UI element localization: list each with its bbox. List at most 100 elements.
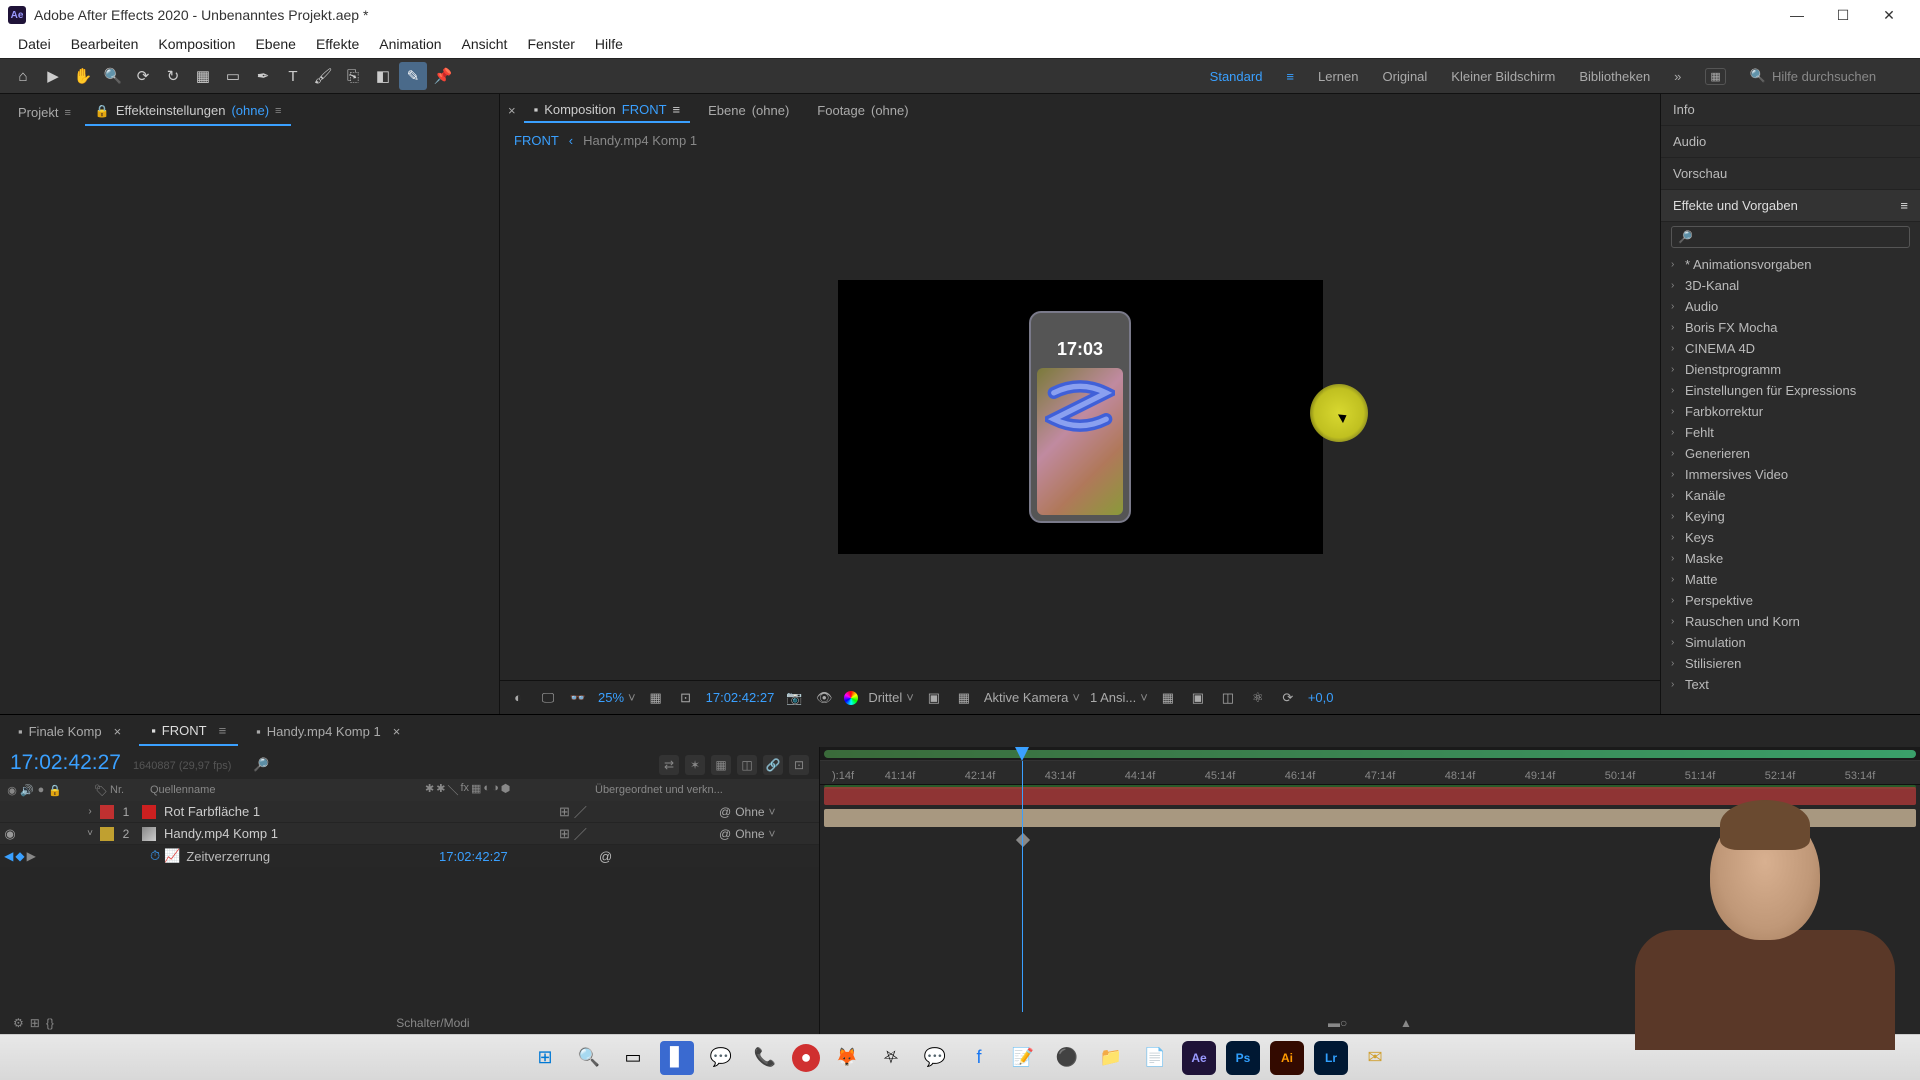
tree-item[interactable]: ›Generieren bbox=[1661, 443, 1920, 464]
view-opt1-icon[interactable]: ▦ bbox=[1158, 688, 1178, 708]
parent-pick-icon[interactable]: @ bbox=[599, 849, 612, 864]
time-ruler[interactable]: ):14f 41:14f 42:14f 43:14f 44:14f 45:14f… bbox=[820, 761, 1920, 785]
snapshot-icon[interactable]: 📷 bbox=[784, 688, 804, 708]
parent-pick-icon[interactable]: @ bbox=[719, 805, 731, 819]
view-opt5-icon[interactable]: ⟳ bbox=[1278, 688, 1298, 708]
show-snapshot-icon[interactable]: 👁 bbox=[814, 688, 834, 708]
firefox-taskbar-icon[interactable]: 🦊 bbox=[830, 1041, 864, 1075]
property-row[interactable]: ◀◆▶ ⏱ 📈 Zeitverzerrung 17:02:42:27 @ bbox=[0, 845, 819, 867]
tree-item[interactable]: ›Matte bbox=[1661, 569, 1920, 590]
quality-dropdown[interactable]: Drittel ˅ bbox=[868, 690, 914, 705]
timeline-tab-handy[interactable]: ▪Handy.mp4 Komp 1× bbox=[244, 718, 412, 745]
layer-row-1[interactable]: › 1 Rot Farbfläche 1 ⊞／ @Ohne˅ bbox=[0, 801, 819, 823]
label-column-icon[interactable]: 🏷 bbox=[92, 784, 110, 797]
viewer-screen-icon[interactable]: 🖵 bbox=[538, 688, 558, 708]
orbit-tool-icon[interactable]: ⟳ bbox=[129, 62, 157, 90]
menu-bearbeiten[interactable]: Bearbeiten bbox=[61, 30, 149, 58]
expand-icon[interactable]: ˅ bbox=[80, 828, 100, 839]
close-tab-icon[interactable]: × bbox=[393, 724, 401, 739]
tree-item[interactable]: ›Immersives Video bbox=[1661, 464, 1920, 485]
ai-taskbar-icon[interactable]: Ai bbox=[1270, 1041, 1304, 1075]
timeline-search-icon[interactable]: 🔎 bbox=[253, 757, 269, 773]
tl-opt-icon[interactable]: 🔗 bbox=[763, 755, 783, 775]
workspace-standard[interactable]: Standard bbox=[1210, 69, 1263, 84]
view-opt3-icon[interactable]: ◫ bbox=[1218, 688, 1238, 708]
tree-item[interactable]: ›* Animationsvorgaben bbox=[1661, 254, 1920, 275]
tree-item[interactable]: ›Maske bbox=[1661, 548, 1920, 569]
folder-taskbar-icon[interactable]: 📁 bbox=[1094, 1041, 1128, 1075]
comp-tab-menu-icon[interactable]: ≡ bbox=[673, 102, 681, 117]
effects-panel-tab[interactable]: Effekte und Vorgaben ≡ bbox=[1661, 190, 1920, 222]
rotate-tool-icon[interactable]: ↻ bbox=[159, 62, 187, 90]
viewer-res-icon[interactable]: ▦ bbox=[646, 688, 666, 708]
tl-opt-icon[interactable]: ⇄ bbox=[659, 755, 679, 775]
workspace-overflow-icon[interactable]: » bbox=[1674, 69, 1681, 84]
zoom-in-icon[interactable]: ▲ bbox=[1400, 1016, 1412, 1030]
tree-item[interactable]: ›Text bbox=[1661, 674, 1920, 695]
zoom-dropdown[interactable]: 25% ˅ bbox=[598, 690, 636, 705]
app-taskbar-icon[interactable]: ● bbox=[792, 1044, 820, 1072]
home-tool-icon[interactable]: ⌂ bbox=[9, 62, 37, 90]
clone-tool-icon[interactable]: ⎘ bbox=[339, 62, 367, 90]
tree-item[interactable]: ›Kanäle bbox=[1661, 485, 1920, 506]
menu-datei[interactable]: Datei bbox=[8, 30, 61, 58]
effects-panel-menu-icon[interactable]: ≡ bbox=[1900, 198, 1908, 213]
tree-item[interactable]: ›Einstellungen für Expressions bbox=[1661, 380, 1920, 401]
facebook-taskbar-icon[interactable]: f bbox=[962, 1041, 996, 1075]
messenger-taskbar-icon[interactable]: 💬 bbox=[918, 1041, 952, 1075]
menu-komposition[interactable]: Komposition bbox=[148, 30, 245, 58]
view-opt2-icon[interactable]: ▣ bbox=[1188, 688, 1208, 708]
lock-icon[interactable]: 🔒 bbox=[95, 104, 110, 118]
lr-taskbar-icon[interactable]: Lr bbox=[1314, 1041, 1348, 1075]
tree-item[interactable]: ›Keys bbox=[1661, 527, 1920, 548]
tl-footer-icon[interactable]: ⊞ bbox=[30, 1016, 40, 1030]
effect-controls-menu-icon[interactable]: ≡ bbox=[275, 105, 281, 117]
viewer-timecode[interactable]: 17:02:42:27 bbox=[706, 690, 775, 705]
ps-taskbar-icon[interactable]: Ps bbox=[1226, 1041, 1260, 1075]
footage-tab[interactable]: Footage (ohne) bbox=[807, 99, 918, 122]
obs-taskbar-icon[interactable]: ⚫ bbox=[1050, 1041, 1084, 1075]
task-view-icon[interactable]: ▭ bbox=[616, 1041, 650, 1075]
workspace-original[interactable]: Original bbox=[1383, 69, 1428, 84]
audio-panel-tab[interactable]: Audio bbox=[1661, 126, 1920, 158]
tl-footer-icon[interactable]: {} bbox=[46, 1016, 54, 1030]
project-tab[interactable]: Projekt ≡ bbox=[8, 99, 81, 126]
preview-panel-tab[interactable]: Vorschau bbox=[1661, 158, 1920, 190]
tree-item[interactable]: ›Dienstprogramm bbox=[1661, 359, 1920, 380]
keyframe-diamond-icon[interactable] bbox=[1016, 833, 1030, 847]
exposure-value[interactable]: +0,0 bbox=[1308, 690, 1334, 705]
tree-item[interactable]: ›Farbkorrektur bbox=[1661, 401, 1920, 422]
label-swatch[interactable] bbox=[100, 827, 114, 841]
help-search[interactable]: 🔍 bbox=[1750, 68, 1912, 84]
notes-taskbar-icon[interactable]: 📝 bbox=[1006, 1041, 1040, 1075]
whatsapp-taskbar-icon[interactable]: 📞 bbox=[748, 1041, 782, 1075]
tree-item[interactable]: ›Fehlt bbox=[1661, 422, 1920, 443]
workspace-menu-icon[interactable]: ≡ bbox=[1286, 69, 1294, 84]
roi-icon[interactable]: ▣ bbox=[924, 688, 944, 708]
layer-row-2[interactable]: ◉ ˅ 2 Handy.mp4 Komp 1 ⊞／ @Ohne˅ bbox=[0, 823, 819, 845]
menu-fenster[interactable]: Fenster bbox=[517, 30, 584, 58]
tree-item[interactable]: ›Boris FX Mocha bbox=[1661, 317, 1920, 338]
explorer-taskbar-icon[interactable]: ▋ bbox=[660, 1041, 694, 1075]
composition-tab[interactable]: ▪ Komposition FRONT ≡ bbox=[524, 98, 691, 123]
eye-column-icon[interactable]: ◉ bbox=[4, 784, 20, 797]
tl-opt-icon[interactable]: ✶ bbox=[685, 755, 705, 775]
parent-pick-icon[interactable]: @ bbox=[719, 827, 731, 841]
composition-viewer[interactable]: 17:03 bbox=[500, 154, 1660, 680]
viewer-alpha-icon[interactable]: ◐ bbox=[508, 688, 528, 708]
workspace-grid-icon[interactable]: ▦ bbox=[1705, 68, 1725, 85]
work-area-bar[interactable] bbox=[824, 750, 1916, 758]
close-button[interactable]: ✕ bbox=[1866, 0, 1912, 30]
roto-tool-icon[interactable]: ✎ bbox=[399, 62, 427, 90]
view-opt4-icon[interactable]: ⚛ bbox=[1248, 688, 1268, 708]
tl-footer-icon[interactable]: ⚙ bbox=[13, 1016, 24, 1030]
breadcrumb-front[interactable]: FRONT bbox=[514, 133, 559, 148]
close-comp-tab-icon[interactable]: × bbox=[508, 103, 516, 118]
tree-item[interactable]: ›Simulation bbox=[1661, 632, 1920, 653]
notepad-taskbar-icon[interactable]: 📄 bbox=[1138, 1041, 1172, 1075]
menu-hilfe[interactable]: Hilfe bbox=[585, 30, 633, 58]
stopwatch-icon[interactable]: ⏱ bbox=[150, 848, 160, 864]
solo-column-icon[interactable]: ● bbox=[34, 784, 48, 796]
camera-dropdown[interactable]: Aktive Kamera ˅ bbox=[984, 690, 1080, 705]
expand-icon[interactable]: › bbox=[80, 806, 100, 817]
